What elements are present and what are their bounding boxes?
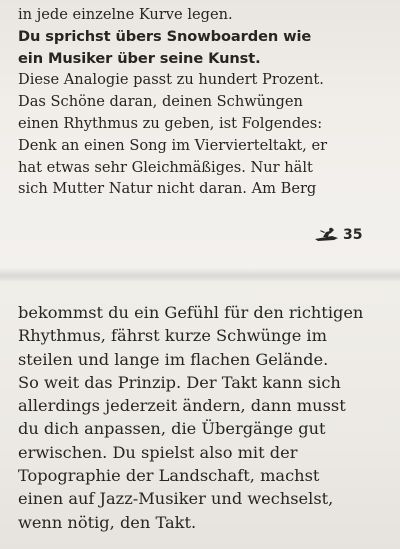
text-line: allerdings jederzeit ändern, dann musst [18, 396, 346, 416]
text-line: hat etwas sehr Gleichmäßiges. Nur hält [18, 158, 313, 176]
page-number-marker: 35 [314, 227, 362, 243]
text-line: sich Mutter Natur nicht daran. Am Berg [18, 180, 317, 198]
bottom-text-section: bekommst du ein Gefühl für den richtigen… [0, 277, 400, 549]
text-line: Topographie der Landschaft, machst [18, 466, 320, 486]
document-page: in jede einzelne Kurve legen. Du sprichs… [0, 0, 400, 549]
text-line: Denk an einen Song im Viervierteltakt, e… [18, 136, 328, 154]
bottom-paragraph: bekommst du ein Gefühl für den richtigen… [18, 301, 390, 534]
text-line: So weit das Prinzip. Der Takt kann sich [18, 372, 341, 392]
text-line: einen auf Jazz-Musiker und wechselst, [18, 489, 334, 509]
text-line: Rhythmus, fährst kurze Schwünge im [18, 326, 327, 346]
page-number: 35 [343, 227, 363, 243]
text-line: bekommst du ein Gefühl für den richtigen [18, 303, 364, 322]
text-line: du dich anpassen, die Übergänge gut [18, 419, 326, 439]
text-line: Das Schöne daran, deinen Schwüngen [18, 93, 303, 111]
interview-question-line: ein Musiker über seine Kunst. [18, 49, 261, 67]
text-line: steilen und lange im flachen Gelände. [18, 349, 329, 369]
text-line: erwischen. Du spielst also mit der [18, 442, 298, 462]
text-line: Diese Analogie passt zu hundert Prozent. [18, 71, 324, 89]
interview-question-line: Du sprichst übers Snowboarden wie [18, 27, 312, 45]
snowboarder-icon [314, 227, 340, 243]
text-line: wenn nötig, den Takt. [18, 512, 197, 532]
top-text-section: in jede einzelne Kurve legen. Du sprichs… [0, 0, 400, 277]
text-line: in jede einzelne Kurve legen. [18, 6, 233, 23]
top-paragraph: in jede einzelne Kurve legen. Du sprichs… [18, 4, 390, 200]
text-line: einen Rhythmus zu geben, ist Folgendes: [18, 114, 323, 132]
